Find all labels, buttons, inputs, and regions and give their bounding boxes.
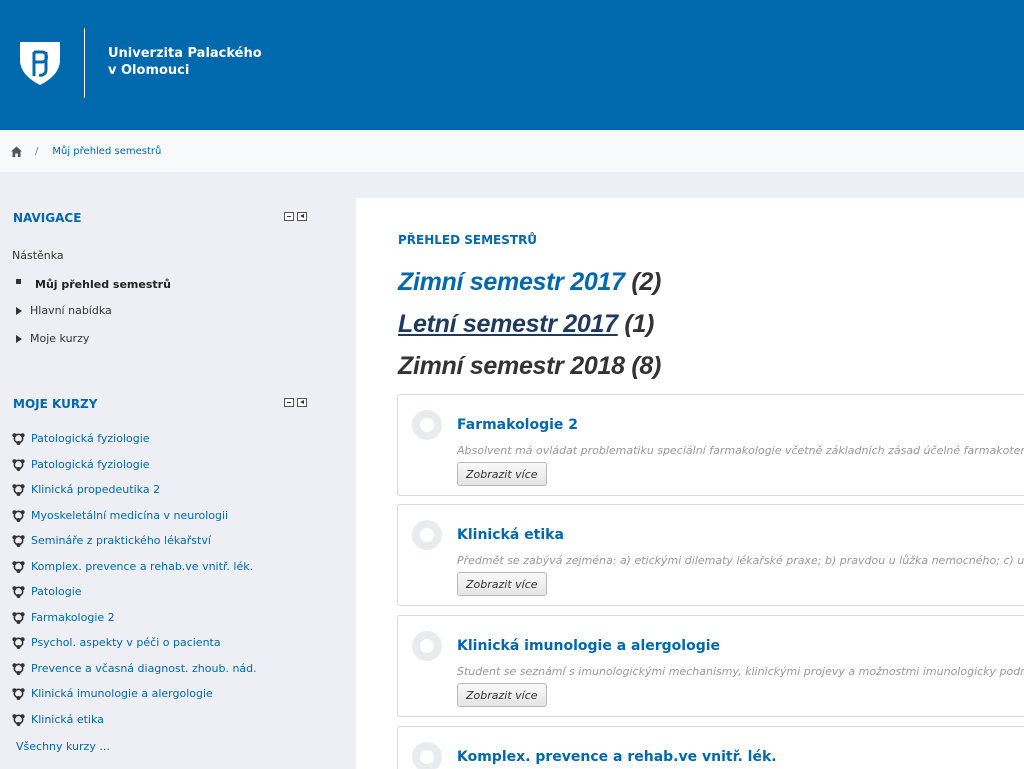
show-more-button[interactable]: Zobrazit více <box>457 462 547 486</box>
nav-my-overview-label: Můj přehled semestrů <box>35 278 171 291</box>
sidebar-course-item[interactable]: Semináře z praktického lékařství <box>12 534 211 547</box>
course-title[interactable]: Klinická imunologie a alergologie <box>457 638 720 654</box>
sidebar-course-label: Klinická imunologie a alergologie <box>31 687 213 700</box>
show-more-button[interactable]: Zobrazit více <box>457 683 547 707</box>
course-icon <box>12 688 25 700</box>
course-icon <box>12 458 25 471</box>
logo-divider <box>84 28 85 98</box>
home-icon[interactable] <box>10 145 23 158</box>
site-header: Univerzita Palackého v Olomouci <box>0 0 1024 130</box>
course-title[interactable]: Komplex. prevence a rehab.ve vnitř. lék. <box>457 749 777 765</box>
semester-heading[interactable]: Zimní semestr 2017 (2) <box>398 268 661 297</box>
sidebar-course-label: Farmakologie 2 <box>31 610 115 624</box>
sidebar-course-item[interactable]: Patologie <box>12 585 82 598</box>
sidebar-course-label: Patologická fyziologie <box>31 432 150 445</box>
my-courses-block-title: MOJE KURZY <box>13 397 98 411</box>
university-name-line1: Univerzita Palackého <box>108 46 262 61</box>
semester-name: Zimní semestr 2018 <box>398 352 625 380</box>
sidebar-course-item[interactable]: Klinická propedeutika 2 <box>12 483 160 496</box>
breadcrumb-separator: / <box>35 145 39 157</box>
sidebar-course-label: Psychol. aspekty v péči o pacienta <box>31 636 221 649</box>
course-description: Absolvent má ovládat problematiku speciá… <box>457 444 1024 457</box>
sidebar-course-item[interactable]: Komplex. prevence a rehab.ve vnitř. lék. <box>12 560 253 573</box>
semester-heading[interactable]: Zimní semestr 2018 (8) <box>398 352 661 381</box>
nav-my-overview[interactable]: Můj přehled semestrů <box>16 278 171 291</box>
course-progress-icon <box>412 631 442 661</box>
course-icon <box>12 713 25 726</box>
semester-name: Zimní semestr 2017 <box>398 268 625 296</box>
course-title[interactable]: Farmakologie 2 <box>457 417 578 433</box>
sidebar-course-label: Patologická fyziologie <box>31 457 150 471</box>
sidebar-course-item[interactable]: Farmakologie 2 <box>12 611 115 624</box>
course-icon <box>12 560 25 573</box>
course-icon <box>12 535 25 547</box>
sidebar-course-label: Myoskeletální medicína v neurologii <box>31 508 229 522</box>
nav-my-courses[interactable]: Moje kurzy <box>16 332 89 345</box>
navigation-block-title: NAVIGACE <box>13 211 82 225</box>
course-icon <box>12 637 25 649</box>
sidebar-course-label: Patologie <box>31 585 82 598</box>
sidebar-course-label: Klinická etika <box>31 712 104 726</box>
university-name[interactable]: Univerzita Palackého v Olomouci <box>108 45 262 79</box>
course-icon <box>12 586 25 598</box>
course-card: Komplex. prevence a rehab.ve vnitř. lék. <box>397 726 1024 769</box>
show-more-button[interactable]: Zobrazit více <box>457 572 547 596</box>
course-description: Student se seznámí s imunologickými mech… <box>457 665 1024 678</box>
nav-main-menu[interactable]: Hlavní nabídka <box>16 304 112 317</box>
expand-arrow-icon <box>16 306 22 315</box>
course-progress-icon <box>412 410 442 440</box>
semester-heading[interactable]: Letní semestr 2017 (1) <box>398 310 654 339</box>
course-title[interactable]: Klinická etika <box>457 527 564 543</box>
sidebar-course-item[interactable]: Prevence a včasná diagnost. zhoub. nád. <box>12 662 257 675</box>
sidebar-course-item[interactable]: Klinická etika <box>12 713 104 726</box>
semester-name: Letní semestr 2017 <box>398 310 618 338</box>
sidebar-course-item[interactable]: Patologická fyziologie <box>12 432 150 445</box>
course-description: Předmět se zabývá zejména: a) etickými d… <box>457 554 1024 567</box>
nav-dashboard[interactable]: Nástěnka <box>12 249 64 262</box>
dock-block-icon[interactable] <box>297 398 307 407</box>
nav-main-menu-label: Hlavní nabídka <box>30 304 112 317</box>
university-name-line2: v Olomouci <box>108 63 190 78</box>
course-card: Klinická imunologie a alergologie Studen… <box>397 615 1024 717</box>
section-title: PŘEHLED SEMESTRŮ <box>398 233 538 247</box>
sidebar-course-item[interactable]: Klinická imunologie a alergologie <box>12 687 213 700</box>
nav-my-courses-label: Moje kurzy <box>30 332 90 345</box>
course-card: Klinická etika Předmět se zabývá zejména… <box>397 504 1024 606</box>
course-card: Farmakologie 2 Absolvent má ovládat prob… <box>397 394 1024 496</box>
course-icon <box>12 662 25 675</box>
sidebar-course-item[interactable]: Psychol. aspekty v péči o pacienta <box>12 636 221 649</box>
collapse-block-icon[interactable] <box>284 212 294 221</box>
sidebar-course-label: Klinická propedeutika 2 <box>31 483 161 496</box>
course-icon <box>12 611 25 624</box>
breadcrumb: / Můj přehled semestrů <box>0 130 1024 172</box>
sidebar-course-label: Semináře z praktického lékařství <box>31 534 211 547</box>
sidebar-course-item[interactable]: Myoskeletální medicína v neurologii <box>12 509 228 522</box>
expand-arrow-icon <box>16 334 22 343</box>
course-progress-icon <box>412 742 442 769</box>
bullet-icon <box>16 279 21 284</box>
semester-count: (1) <box>624 310 655 338</box>
semester-count: (8) <box>631 352 661 380</box>
breadcrumb-current[interactable]: Můj přehled semestrů <box>52 146 161 157</box>
university-logo-icon[interactable] <box>18 40 62 86</box>
sidebar-course-item[interactable]: Patologická fyziologie <box>12 458 150 471</box>
dock-block-icon[interactable] <box>297 212 307 221</box>
semester-count: (2) <box>631 268 661 296</box>
sidebar-course-label: Prevence a včasná diagnost. zhoub. nád. <box>31 661 257 675</box>
course-icon <box>12 484 25 496</box>
navigation-block-controls <box>284 212 307 221</box>
collapse-block-icon[interactable] <box>284 398 294 407</box>
course-icon <box>12 509 25 522</box>
my-courses-block-controls <box>284 398 307 407</box>
course-icon <box>12 433 25 445</box>
all-courses-link[interactable]: Všechny kurzy ... <box>16 740 110 753</box>
course-progress-icon <box>412 520 442 550</box>
sidebar-course-label: Komplex. prevence a rehab.ve vnitř. lék. <box>31 559 254 573</box>
